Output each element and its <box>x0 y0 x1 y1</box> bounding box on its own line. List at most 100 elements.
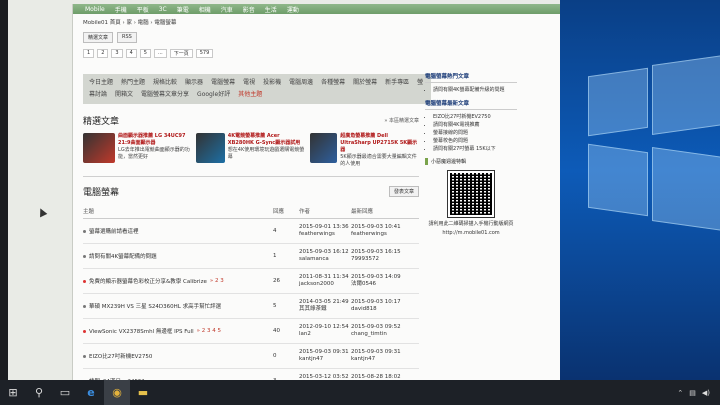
subnav-item[interactable]: 電視 <box>243 79 255 86</box>
table-row[interactable]: 華碩 MX239H VS 三星 S24D360HL 求高手幫忙評選 5 2014-0… <box>83 294 419 319</box>
rss-button[interactable]: RSS <box>117 32 137 43</box>
author-name[interactable]: lan2 <box>299 331 351 338</box>
featured-item[interactable]: 超廣角螢幕推薦 Dell UltraSharp UP2715K 5K顯示器 5K顯… <box>309 133 419 168</box>
top-menu-item[interactable]: 手機 <box>115 5 127 14</box>
subnav-item[interactable]: 開箱文 <box>115 91 133 98</box>
network-icon[interactable]: ▤ <box>689 389 696 397</box>
chrome-browser-icon[interactable]: ◉ <box>104 380 130 405</box>
page-link[interactable]: 1 <box>83 49 95 58</box>
page-link[interactable]: 4 <box>125 49 137 58</box>
top-menu-item[interactable]: 生活 <box>265 5 277 14</box>
subnav-item[interactable]: 各種螢幕 <box>321 79 345 86</box>
featured-filter-button[interactable]: 精選文章 <box>83 32 114 43</box>
subnav-item[interactable]: 電腦周邊 <box>289 79 313 86</box>
new-article-link[interactable]: 請問有關4K電視推薦 <box>433 121 517 128</box>
board-toolbar: 精選文章 RSS <box>73 30 560 45</box>
search-icon[interactable]: ⚲ <box>26 380 52 405</box>
topic-link[interactable]: 華碩 MX239H VS 三星 S24D360HL 求高手幫忙評選 <box>89 302 221 310</box>
topic-pages[interactable]: » 2 3 <box>210 278 224 284</box>
last-reply-date: 2015-09-03 14:09 <box>351 274 401 280</box>
last-reply-user[interactable]: chang_timtin <box>351 331 411 338</box>
author-name[interactable]: salamanca <box>299 256 351 263</box>
page-link[interactable]: 5 <box>139 49 151 58</box>
page-link[interactable]: 3 <box>111 49 123 58</box>
page-link[interactable]: ... <box>153 49 167 58</box>
table-row[interactable]: EIZO比27吋新機EV2750 0 2015-09-03 09:31 kantjn4… <box>83 344 419 369</box>
table-row[interactable]: ViewSonic VX2378Smhl 無邊框 IPS Full» 2 3 4… <box>83 319 419 344</box>
reply-count: 0 <box>273 353 277 359</box>
qr-code-icon <box>447 170 495 218</box>
top-menu-item[interactable]: 相機 <box>199 5 211 14</box>
author-name[interactable]: 其其綠茶鐵 <box>299 306 351 313</box>
page-link[interactable]: 下一頁 <box>169 49 193 58</box>
file-explorer-icon[interactable]: ▬ <box>130 380 156 405</box>
table-row[interactable]: 螢幕選購前請看這裡 4 2015-09-01 13:36 featherwings 20… <box>83 219 419 244</box>
table-row[interactable]: 請問s24滿足ev2455?32015-03-12 03:52我外帥雷2015-… <box>83 369 419 380</box>
featured-item-title[interactable]: 4K電競螢幕推薦 Acer XB280HK G-Sync顯示器試用 <box>228 133 306 147</box>
featured-thumbnail[interactable] <box>83 133 116 163</box>
page-link[interactable]: 2 <box>97 49 109 58</box>
new-article-link[interactable]: EIZO比27吋新機EV2750 <box>433 113 517 120</box>
subnav-item[interactable]: 電腦螢幕 <box>211 79 235 86</box>
table-row[interactable]: 請問有關4K螢幕配備的問題 1 2015-09-03 16:12 salamanca 2… <box>83 244 419 269</box>
top-menu-item[interactable]: 3C <box>159 6 167 13</box>
topic-link[interactable]: 免費的顯示器螢幕色彩校正分享&教學 Calibrize <box>89 277 207 285</box>
top-menu-item[interactable]: 汽車 <box>221 5 233 14</box>
monitor-bezel <box>0 0 8 380</box>
topic-pages[interactable]: » 2 3 4 5 <box>197 328 221 334</box>
volume-icon[interactable]: ◀) <box>702 389 710 397</box>
subnav-item[interactable]: 新手專區 <box>385 79 409 86</box>
edge-browser-icon[interactable]: e <box>78 380 104 405</box>
topic-link[interactable]: ViewSonic VX2378Smhl 無邊框 IPS Full <box>89 327 194 335</box>
new-article-link[interactable]: 螢幕接線的問題 <box>433 129 517 136</box>
browser-window: Mobile 手機 平板 3C 筆電 相機 汽車 影音 生活 運動 Mobile01 首頁 › 家… <box>8 0 560 380</box>
new-post-button[interactable]: 發表文章 <box>388 186 419 197</box>
top-menu-item[interactable]: Mobile <box>85 6 105 13</box>
top-menu-item[interactable]: 筆電 <box>177 5 189 14</box>
topic-cell: ViewSonic VX2378Smhl 無邊框 IPS Full» 2 3 4… <box>83 327 273 335</box>
tray-up-arrow-icon[interactable]: ⌃ <box>677 389 683 397</box>
featured-item-title[interactable]: 曲面顯示器推薦 LG 34UC97 21:9曲面顯示器 <box>118 133 192 147</box>
col-author: 作者 <box>299 209 311 215</box>
top-menu-item[interactable]: 運動 <box>287 5 299 14</box>
featured-thumbnail[interactable] <box>196 133 225 163</box>
subnav-item[interactable]: 關於螢幕 <box>353 79 377 86</box>
subnav-item[interactable]: 規格比較 <box>153 79 177 86</box>
last-reply-user[interactable]: 79993572 <box>351 256 411 263</box>
subnav-item[interactable]: 其他主題 <box>238 91 262 98</box>
author-date: 2015-09-03 09:31 <box>299 349 349 355</box>
author-name[interactable]: featherwings <box>299 231 351 238</box>
top-menu-item[interactable]: 平板 <box>137 5 149 14</box>
featured-thumbnail[interactable] <box>309 133 338 163</box>
last-reply-user[interactable]: 法爾0546 <box>351 281 411 288</box>
featured-item-title[interactable]: 超廣角螢幕推薦 Dell UltraSharp UP2715K 5K顯示器 <box>340 133 419 154</box>
subnav-item[interactable]: 電腦螢幕文章分享 <box>141 91 189 98</box>
subnav-item[interactable]: 熱門主題 <box>121 79 145 86</box>
qr-url[interactable]: http://m.mobile01.com <box>425 230 517 236</box>
featured-item[interactable]: 曲面顯示器推薦 LG 34UC97 21:9曲面顯示器 LG去年推出電競曲面顯示器… <box>83 133 192 168</box>
featured-item[interactable]: 4K電競螢幕推薦 Acer XB280HK G-Sync顯示器試用 想在4K使用環… <box>196 133 305 168</box>
author-name[interactable]: jackson2000 <box>299 281 351 288</box>
last-reply-user[interactable]: david818 <box>351 306 411 313</box>
start-button-icon[interactable]: ⊞ <box>0 380 26 405</box>
topic-link[interactable]: 請問有關4K螢幕配備的問題 <box>89 252 157 260</box>
new-article-link[interactable]: 螢幕校色的問題 <box>433 137 517 144</box>
featured-more-link[interactable]: » 本區精選文章 <box>384 117 419 124</box>
last-reply-user[interactable]: kantjn47 <box>351 356 411 363</box>
topic-link[interactable]: 螢幕選購前請看這裡 <box>89 227 139 235</box>
table-row[interactable]: 免費的顯示器螢幕色彩校正分享&教學 Calibrize» 2 3 26 2011-0… <box>83 269 419 294</box>
subnav-item[interactable]: 投影機 <box>263 79 281 86</box>
top-menu-item[interactable]: 影音 <box>243 5 255 14</box>
last-reply-user[interactable]: featherwings <box>351 231 411 238</box>
subnav-item[interactable]: Google好評 <box>197 91 230 98</box>
hot-article-link[interactable]: 請問有關4K螢幕配備升級的問題 <box>433 86 517 93</box>
subnav-item[interactable]: 今日主題 <box>89 79 113 86</box>
task-view-icon[interactable]: ▭ <box>52 380 78 405</box>
new-article-link[interactable]: 請問有關27吋螢幕 15K以下 <box>433 145 517 152</box>
sidebar-hot-title: 電腦螢幕熱門文章 <box>425 72 517 83</box>
author-name[interactable]: kantjn47 <box>299 356 351 363</box>
page-link[interactable]: 579 <box>195 49 214 58</box>
subnav-item[interactable]: 顯示器 <box>185 79 203 86</box>
topic-link[interactable]: EIZO比27吋新機EV2750 <box>89 352 152 360</box>
breadcrumb[interactable]: Mobile01 首頁 › 家 › 電腦 › 電腦螢幕 <box>73 14 560 30</box>
